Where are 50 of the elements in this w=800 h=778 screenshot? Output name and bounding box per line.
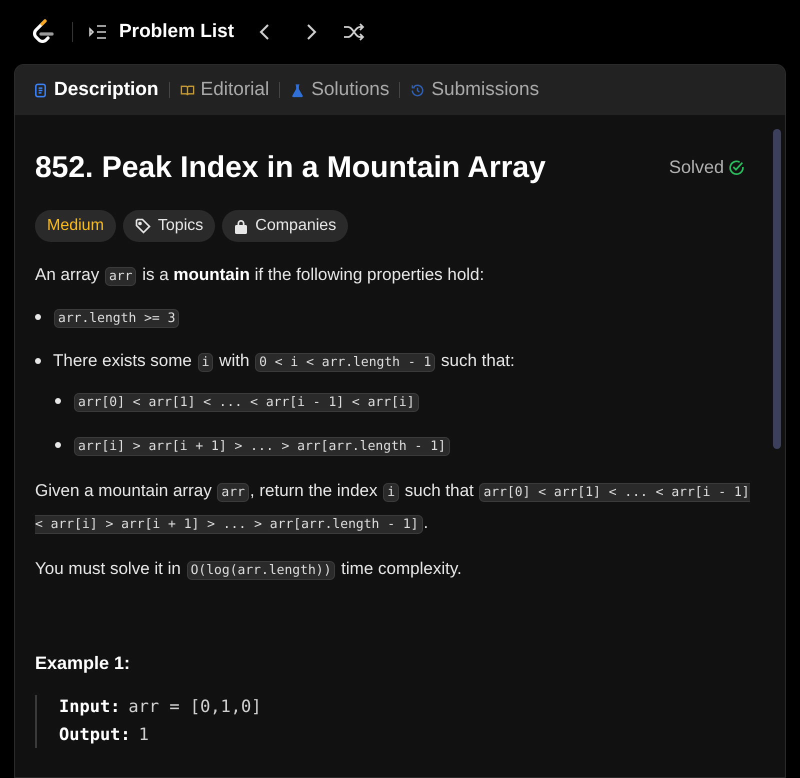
description-text: You must solve it in bbox=[35, 559, 182, 578]
tab[interactable]: Solutions bbox=[290, 76, 390, 104]
flask-icon bbox=[290, 82, 306, 98]
description-text: such that: bbox=[440, 351, 515, 370]
description-text: , return the index bbox=[250, 481, 378, 500]
inline-code: O(log(arr.length)) bbox=[186, 561, 336, 580]
tag-chip[interactable]: Topics bbox=[122, 210, 216, 242]
tag-chip[interactable]: Companies bbox=[222, 210, 348, 242]
example-title: Example 1: bbox=[35, 652, 132, 675]
bullet-icon bbox=[55, 398, 61, 404]
tab[interactable]: Description bbox=[33, 76, 159, 104]
book-icon bbox=[180, 82, 195, 98]
inline-code: arr bbox=[104, 267, 136, 286]
description-text: An array bbox=[35, 265, 100, 284]
lock-icon bbox=[234, 218, 248, 234]
example-label: Output: bbox=[59, 724, 131, 746]
inline-code: arr[i] > arr[i + 1] > ... > arr[arr.length - 1] bbox=[74, 437, 450, 456]
description-text: There exists some bbox=[53, 351, 193, 370]
description-text: is a bbox=[141, 265, 170, 284]
bullet-icon bbox=[35, 314, 41, 320]
bold-term: mountain bbox=[173, 265, 250, 284]
shuffle-icon[interactable] bbox=[342, 22, 366, 42]
inline-code: i bbox=[383, 483, 400, 502]
example-value: arr = [0,1,0] bbox=[128, 696, 262, 719]
inline-code: arr.length >= 3 bbox=[54, 309, 180, 328]
problem-list-button[interactable]: Problem List bbox=[89, 18, 234, 46]
history-icon bbox=[410, 82, 426, 98]
example-label: Input: bbox=[59, 696, 120, 719]
inline-code: i bbox=[198, 353, 214, 372]
description-text: with bbox=[218, 351, 250, 370]
example-value: 1 bbox=[138, 724, 149, 746]
description-text: if the following properties hold: bbox=[254, 265, 484, 284]
list-icon bbox=[89, 24, 107, 40]
description-text: such that bbox=[404, 481, 475, 500]
tab[interactable]: Editorial bbox=[180, 76, 270, 104]
tab[interactable]: Submissions bbox=[410, 76, 540, 104]
inline-code: arr bbox=[217, 483, 249, 502]
bullet-icon bbox=[35, 358, 41, 364]
document-icon bbox=[33, 82, 48, 98]
inline-code: 0 < i < arr.length - 1 bbox=[255, 353, 436, 372]
bullet-icon bbox=[55, 442, 61, 448]
description-text: Given a mountain array bbox=[35, 481, 213, 500]
logo-icon[interactable] bbox=[30, 18, 56, 46]
description-text: . bbox=[424, 513, 428, 532]
inline-code: arr[0] < arr[1] < ... < arr[i - 1] < arr[i] bbox=[74, 393, 419, 412]
description-text: time complexity. bbox=[340, 559, 462, 578]
problem-title: 852. Peak Index in a Mountain Array bbox=[35, 150, 546, 186]
solved-status: Solved bbox=[668, 156, 724, 179]
tag-icon bbox=[134, 218, 151, 234]
tag-chip[interactable]: Medium bbox=[35, 210, 116, 242]
